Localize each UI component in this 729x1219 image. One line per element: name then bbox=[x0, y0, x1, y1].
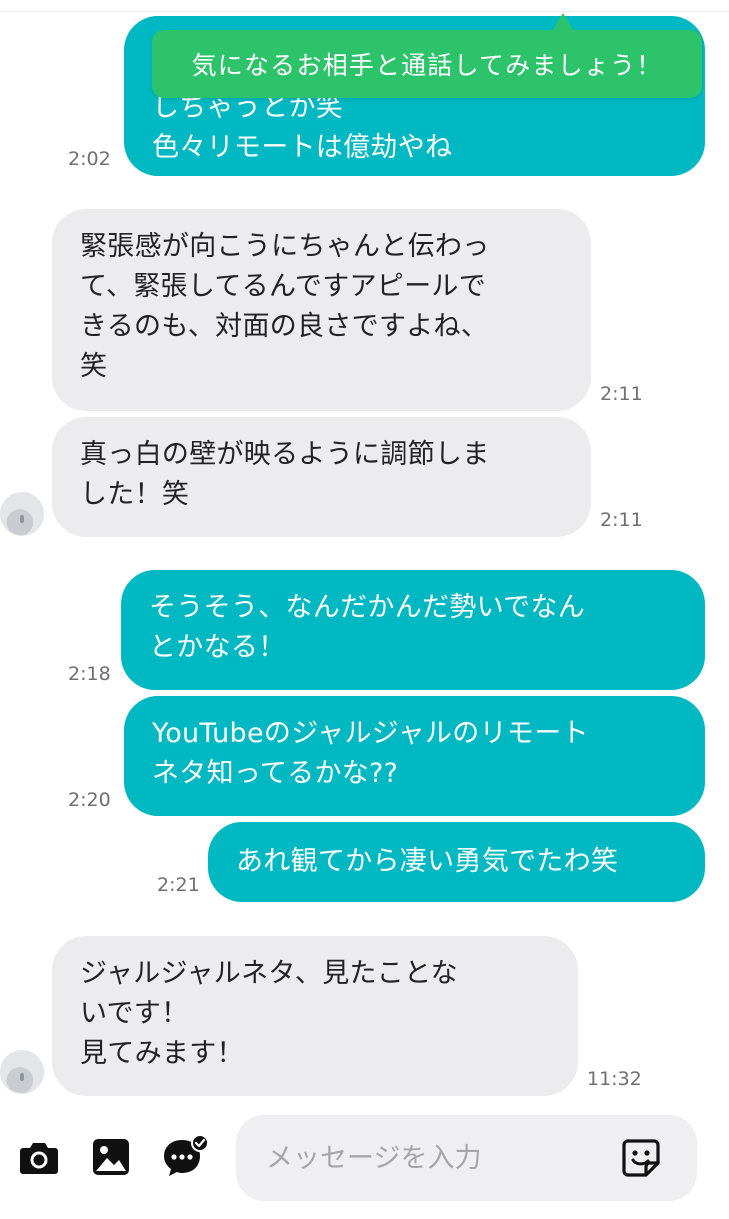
message-time: 11:32 bbox=[587, 1068, 642, 1090]
message-time: 2:11 bbox=[600, 509, 643, 531]
camera-icon[interactable] bbox=[19, 1138, 59, 1176]
sticker-icon[interactable] bbox=[622, 1139, 660, 1177]
message-time: 2:20 bbox=[68, 789, 111, 811]
tooltip-arrow bbox=[553, 13, 573, 30]
message-bubble-outgoing[interactable]: あれ観てから凄い勇気でたわ笑 bbox=[208, 822, 705, 902]
message-time: 2:21 bbox=[157, 874, 200, 896]
chat-check-icon[interactable] bbox=[162, 1134, 210, 1178]
message-time: 2:02 bbox=[68, 148, 111, 170]
message-bubble-incoming[interactable]: ジャルジャルネタ、見たことな いです！ 見てみます！ bbox=[52, 936, 578, 1096]
avatar[interactable] bbox=[0, 1050, 44, 1094]
message-time: 2:18 bbox=[68, 663, 111, 685]
avatar[interactable] bbox=[0, 492, 44, 536]
message-time: 2:11 bbox=[600, 383, 643, 405]
message-list[interactable]: しちゃうとか笑 色々リモートは億劫やね 2:02 緊張感が向こうにちゃんと伝わっ… bbox=[0, 0, 729, 1110]
message-bubble-incoming[interactable]: 緊張感が向こうにちゃんと伝わっ て、緊張してるんですアピールで きるのも、対面の… bbox=[52, 209, 591, 411]
image-icon[interactable] bbox=[92, 1138, 130, 1176]
message-bubble-outgoing[interactable]: そうそう、なんだかんだ勢いでなん とかなる！ bbox=[121, 570, 705, 690]
message-bubble-incoming[interactable]: 真っ白の壁が映るように調節しま した！笑 bbox=[52, 417, 591, 537]
message-bubble-outgoing[interactable]: YouTubeのジャルジャルのリモート ネタ知ってるかな?? bbox=[124, 696, 705, 816]
chat-screen: しちゃうとか笑 色々リモートは億劫やね 2:02 緊張感が向こうにちゃんと伝わっ… bbox=[0, 0, 729, 1219]
call-suggestion-tooltip[interactable]: 気になるお相手と通話してみましょう！ bbox=[152, 30, 702, 98]
